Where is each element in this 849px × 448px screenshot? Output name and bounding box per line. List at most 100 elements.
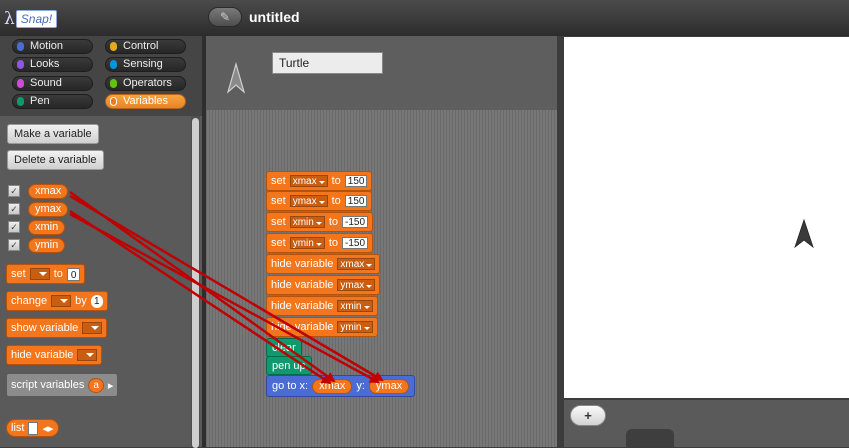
- hide-variable-block[interactable]: hide variable xmin: [266, 296, 378, 316]
- variable-dropdown[interactable]: [82, 322, 103, 334]
- category-dot-icon: [110, 97, 117, 106]
- variable-dropdown[interactable]: xmin: [337, 300, 373, 312]
- scrollbar-thumb[interactable]: [192, 118, 199, 448]
- block-label: hide variable: [271, 321, 334, 333]
- category-operators[interactable]: Operators: [105, 76, 186, 91]
- category-dot-icon: [17, 97, 24, 106]
- sprite-name-field[interactable]: Turtle: [272, 52, 383, 74]
- category-control[interactable]: Control: [105, 39, 186, 54]
- variable-name: ymin: [340, 321, 362, 333]
- pen-up-block[interactable]: pen up: [266, 356, 312, 375]
- turtle-sprite-icon[interactable]: [794, 219, 816, 249]
- variable-name: ymax: [292, 195, 317, 207]
- snap-logo[interactable]: λ Snap!: [4, 9, 58, 29]
- variable-dropdown[interactable]: ymin: [289, 237, 325, 249]
- variable-dropdown[interactable]: xmax: [337, 258, 376, 270]
- hide-variable-block[interactable]: hide variable ymin: [266, 317, 378, 337]
- set-block[interactable]: set ymax to 150: [266, 191, 373, 211]
- category-dot-icon: [110, 79, 117, 88]
- variable-reporter[interactable]: xmin: [28, 219, 66, 235]
- variable-dropdown[interactable]: [29, 268, 50, 280]
- variable-reporter[interactable]: xmax: [28, 183, 69, 199]
- sprite-thumbnail-tab[interactable]: [626, 429, 674, 447]
- block-label: go to x:: [272, 380, 309, 392]
- category-label: Sound: [30, 77, 62, 89]
- clear-block[interactable]: clear: [266, 338, 302, 357]
- block-label: set: [271, 237, 286, 249]
- variable-watcher-checkbox[interactable]: ✓: [8, 239, 20, 251]
- value-slot[interactable]: -150: [342, 216, 369, 228]
- value-slot[interactable]: 1: [90, 294, 103, 308]
- category-label: Sensing: [123, 58, 163, 70]
- variable-dropdown[interactable]: [51, 295, 72, 307]
- variable-name: xmin: [340, 300, 362, 312]
- variable-name: ymax: [340, 279, 365, 291]
- show-variable-block[interactable]: show variable: [6, 318, 108, 338]
- category-pen[interactable]: Pen: [12, 94, 93, 109]
- category-selector: Motion Control Looks Sensing Sound Opera…: [0, 36, 202, 116]
- variable-reporter[interactable]: ymax: [28, 201, 69, 217]
- dropdown-arrow-icon: [315, 221, 322, 225]
- variable-reporter[interactable]: ymin: [28, 237, 66, 253]
- script-variables-block[interactable]: script variables a ▸: [6, 373, 119, 397]
- block-label: to: [328, 237, 338, 249]
- block-label: change: [11, 295, 48, 307]
- variable-dropdown[interactable]: xmin: [289, 216, 325, 228]
- block-label: by: [75, 295, 87, 307]
- dropdown-arrow-icon: [318, 180, 325, 184]
- set-block[interactable]: set xmax to 150: [266, 171, 373, 191]
- category-label: Motion: [30, 40, 64, 52]
- variable-watcher-checkbox[interactable]: ✓: [8, 203, 20, 215]
- x-reporter[interactable]: xmax: [312, 378, 353, 394]
- value-slot[interactable]: 150: [344, 195, 368, 207]
- hide-variable-block[interactable]: hide variable ymax: [266, 275, 381, 295]
- category-dot-icon: [17, 42, 24, 51]
- set-block[interactable]: set ymin to -150: [266, 233, 374, 253]
- variable-watcher-checkbox[interactable]: ✓: [8, 221, 20, 233]
- dropdown-arrow-icon: [318, 200, 325, 204]
- go-to-xy-block[interactable]: go to x: xmax y: ymax: [266, 375, 416, 397]
- category-sound[interactable]: Sound: [12, 76, 93, 91]
- value-slot[interactable]: 150: [344, 175, 368, 187]
- variable-row-xmin: ✓ xmin: [8, 219, 66, 235]
- hide-variable-block[interactable]: hide variable xmax: [266, 254, 381, 274]
- edit-project-button[interactable]: ✎: [208, 7, 242, 27]
- set-variable-block[interactable]: set to 0: [6, 264, 86, 284]
- block-label: hide variable: [271, 279, 334, 291]
- variable-row-ymin: ✓ ymin: [8, 237, 66, 253]
- change-variable-block[interactable]: change by 1: [6, 291, 108, 311]
- delete-variable-button[interactable]: Delete a variable: [7, 150, 104, 170]
- stage[interactable]: [564, 37, 849, 398]
- value-slot[interactable]: 0: [66, 267, 81, 281]
- block-palette: Make a variable Delete a variable ✓ xmax…: [0, 116, 202, 448]
- variable-watcher-checkbox[interactable]: ✓: [8, 185, 20, 197]
- block-label: list: [11, 422, 25, 434]
- expand-arrow-icon[interactable]: ▸: [108, 379, 114, 392]
- block-label: hide variable: [11, 349, 74, 361]
- category-dot-icon: [110, 42, 117, 51]
- top-bar: λ Snap! ✎ untitled: [0, 0, 849, 36]
- value-slot[interactable]: -150: [342, 237, 369, 249]
- block-label: set: [271, 216, 286, 228]
- list-item-slot[interactable]: [28, 421, 39, 435]
- make-variable-button[interactable]: Make a variable: [7, 124, 99, 144]
- y-reporter[interactable]: ymax: [368, 378, 410, 394]
- variable-dropdown[interactable]: ymin: [337, 321, 373, 333]
- variable-dropdown[interactable]: [77, 349, 98, 361]
- dropdown-arrow-icon: [366, 263, 373, 267]
- upvar-a[interactable]: a: [88, 377, 104, 393]
- category-sensing[interactable]: Sensing: [105, 57, 186, 72]
- palette-scrollbar[interactable]: [191, 116, 200, 448]
- list-block[interactable]: list ◂▸: [6, 419, 59, 437]
- set-block[interactable]: set xmin to -150: [266, 212, 374, 232]
- variable-dropdown[interactable]: ymax: [289, 195, 328, 207]
- category-looks[interactable]: Looks: [12, 57, 93, 72]
- variable-dropdown[interactable]: xmax: [289, 175, 328, 187]
- logo-text: Snap!: [15, 10, 58, 28]
- category-variables[interactable]: Variables: [105, 94, 186, 109]
- category-motion[interactable]: Motion: [12, 39, 93, 54]
- list-arrows-icon[interactable]: ◂▸: [42, 422, 53, 435]
- variable-dropdown[interactable]: ymax: [337, 279, 376, 291]
- add-sprite-button[interactable]: +: [570, 405, 606, 426]
- hide-variable-block[interactable]: hide variable: [6, 345, 103, 365]
